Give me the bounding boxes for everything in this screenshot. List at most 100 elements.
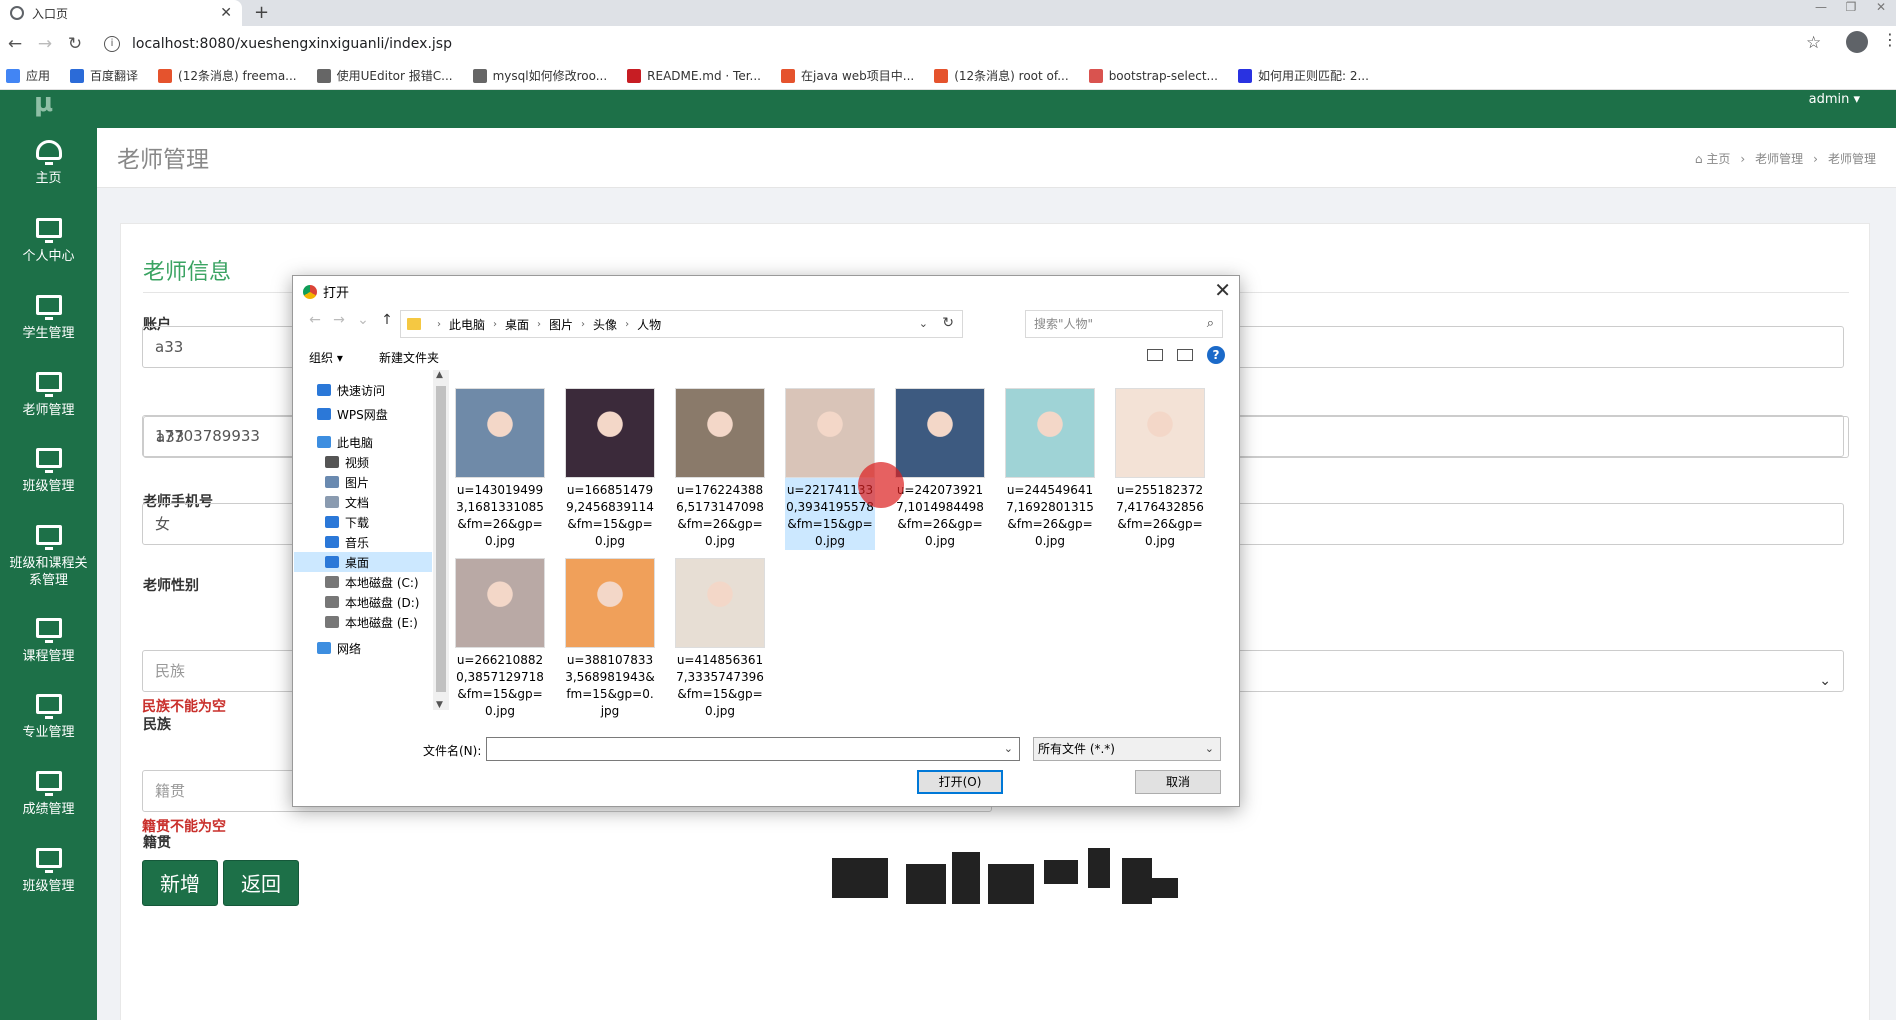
- sidebar-item[interactable]: 专业管理: [0, 694, 97, 741]
- path-dropdown-icon[interactable]: ⌄: [919, 317, 928, 330]
- nav-item[interactable]: 图片: [325, 472, 369, 492]
- bookmark-item[interactable]: (12条消息) root of...: [934, 67, 1069, 84]
- nav-item-label: 快速访问: [337, 383, 386, 398]
- sidebar-item[interactable]: 班级管理: [0, 448, 97, 495]
- organize-button[interactable]: 组织 ▾: [309, 349, 343, 366]
- sidebar-item[interactable]: 学生管理: [0, 295, 97, 342]
- file-name: u=4148563617,3335747396&fm=15&gp=0.jpg: [676, 653, 764, 718]
- forward-icon[interactable]: →: [30, 34, 60, 54]
- nav-item[interactable]: 下载: [325, 512, 369, 532]
- sidebar-item[interactable]: 课程管理: [0, 618, 97, 665]
- new-folder-button[interactable]: 新建文件夹: [379, 349, 439, 366]
- scroll-up-icon[interactable]: ▲: [436, 370, 443, 380]
- path-segment[interactable]: 此电脑: [449, 316, 485, 333]
- preview-pane-icon[interactable]: [1177, 349, 1193, 361]
- file-item[interactable]: u=2662108820,3857129718&fm=15&gp=0.jpg: [455, 558, 545, 720]
- file-item[interactable]: u=2445496417,1692801315&fm=26&gp=0.jpg: [1005, 388, 1095, 550]
- file-item[interactable]: u=1430194993,1681331085&fm=26&gp=0.jpg: [455, 388, 545, 550]
- back-arrow-icon[interactable]: ←: [303, 312, 327, 328]
- file-item[interactable]: u=3881078333,568981943&fm=15&gp=0.jpg: [565, 558, 655, 720]
- bookmark-item[interactable]: 使用UEditor 报错C...: [316, 67, 453, 84]
- nav-item[interactable]: 视频: [325, 452, 369, 472]
- file-item[interactable]: u=4148563617,3335747396&fm=15&gp=0.jpg: [675, 558, 765, 720]
- address-bar[interactable]: i localhost:8080/xueshengxinxiguanli/ind…: [104, 30, 1814, 58]
- path-segment[interactable]: 桌面: [505, 316, 529, 333]
- file-item[interactable]: u=2217411330,3934195578&fm=15&gp=0.jpg: [785, 388, 875, 550]
- breadcrumb-item[interactable]: 主页: [1706, 152, 1730, 166]
- top-navbar: admin ▾: [97, 90, 1896, 128]
- refresh-icon[interactable]: ↻: [942, 315, 954, 331]
- sidebar-item[interactable]: 成绩管理: [0, 771, 97, 818]
- profile-avatar[interactable]: [1846, 31, 1868, 53]
- file-name: u=2662108820,3857129718&fm=15&gp=0.jpg: [456, 653, 544, 718]
- forward-arrow-icon[interactable]: →: [327, 312, 351, 328]
- bookmark-item[interactable]: mysql如何修改roo...: [472, 67, 607, 84]
- bookmark-item[interactable]: 如何用正则匹配: 2...: [1237, 67, 1369, 84]
- nav-item-label: 本地磁盘 (C:): [345, 575, 419, 590]
- view-mode-icon[interactable]: [1147, 349, 1163, 361]
- disk-icon: [325, 616, 339, 628]
- new-tab-button[interactable]: +: [254, 2, 269, 23]
- dialog-close-icon[interactable]: ✕: [1214, 278, 1231, 302]
- file-item[interactable]: u=2551823727,4176432856&fm=26&gp=0.jpg: [1115, 388, 1205, 550]
- scroll-thumb[interactable]: [436, 386, 446, 692]
- bookmark-item[interactable]: README.md · Ter...: [627, 68, 761, 83]
- filetype-select[interactable]: 所有文件 (*.*) ⌄: [1033, 737, 1221, 761]
- up-arrow-icon[interactable]: ↑: [375, 312, 399, 328]
- bookmark-item[interactable]: 在java web项目中...: [781, 67, 914, 84]
- nav-item[interactable]: 快速访问: [317, 380, 385, 400]
- recent-dropdown-icon[interactable]: ⌄: [351, 312, 375, 328]
- sidebar-item-label: 班级和课程关系管理: [9, 556, 88, 588]
- minimize-icon[interactable]: —: [1806, 0, 1836, 14]
- restore-icon[interactable]: ❐: [1836, 0, 1866, 14]
- browser-tab-bar: 入口页 ✕ + — ❐ ✕: [0, 0, 1896, 26]
- reload-icon[interactable]: ↻: [60, 34, 90, 54]
- chevron-down-icon[interactable]: ⌄: [1004, 742, 1013, 755]
- nav-item[interactable]: 文档: [325, 492, 369, 512]
- native-error: 籍贯不能为空: [142, 819, 226, 835]
- nav-item-label: 本地磁盘 (D:): [345, 595, 420, 610]
- nav-item[interactable]: 本地磁盘 (E:): [325, 612, 418, 632]
- open-button[interactable]: 打开(O): [917, 770, 1003, 794]
- sidebar-item[interactable]: 个人中心: [0, 218, 97, 265]
- search-input[interactable]: 搜索"人物" ⌕: [1025, 310, 1223, 338]
- sidebar-item[interactable]: 班级和课程关系管理: [0, 525, 97, 589]
- nav-item[interactable]: 本地磁盘 (D:): [325, 592, 419, 612]
- bookmark-item[interactable]: 百度翻译: [70, 67, 138, 84]
- file-item[interactable]: u=1668514799,2456839114&fm=15&gp=0.jpg: [565, 388, 655, 550]
- nav-scrollbar[interactable]: ▲ ▼: [433, 370, 449, 710]
- back-button[interactable]: 返回: [223, 860, 299, 906]
- help-icon[interactable]: ?: [1207, 346, 1225, 364]
- user-menu[interactable]: admin ▾: [1809, 92, 1860, 107]
- browser-menu-icon[interactable]: ⋮: [1882, 30, 1896, 49]
- path-segment[interactable]: 人物: [637, 316, 661, 333]
- file-item[interactable]: u=1762243886,5173147098&fm=26&gp=0.jpg: [675, 388, 765, 550]
- filename-input[interactable]: ⌄: [486, 737, 1020, 761]
- bookmark-item[interactable]: bootstrap-select...: [1088, 68, 1218, 83]
- tab-close-icon[interactable]: ✕: [220, 5, 232, 21]
- browser-tab[interactable]: 入口页 ✕: [0, 0, 242, 26]
- cancel-button[interactable]: 取消: [1135, 770, 1221, 794]
- path-segment[interactable]: 图片: [549, 316, 573, 333]
- sidebar-item[interactable]: 班级管理: [0, 848, 97, 895]
- nav-item[interactable]: 音乐: [325, 532, 369, 552]
- window-close-icon[interactable]: ✕: [1866, 0, 1896, 14]
- breadcrumb-item[interactable]: 老师管理: [1755, 152, 1803, 166]
- nav-item[interactable]: 网络: [317, 638, 361, 658]
- back-icon[interactable]: ←: [0, 34, 30, 54]
- bookmark-item[interactable]: (12条消息) freema...: [158, 67, 297, 84]
- sidebar-item[interactable]: 主页: [0, 140, 97, 187]
- scroll-down-icon[interactable]: ▼: [436, 700, 443, 710]
- info-icon[interactable]: i: [104, 36, 120, 52]
- apps-bookmark[interactable]: 应用: [6, 67, 50, 84]
- nav-item[interactable]: 桌面: [294, 552, 432, 572]
- bookmark-star-icon[interactable]: ☆: [1806, 33, 1821, 53]
- nav-item[interactable]: 此电脑: [317, 432, 373, 452]
- path-segment[interactable]: 头像: [593, 316, 617, 333]
- nav-item[interactable]: 本地磁盘 (C:): [325, 572, 419, 592]
- file-item[interactable]: u=2420739217,1014984498&fm=26&gp=0.jpg: [895, 388, 985, 550]
- nav-item[interactable]: WPS网盘: [317, 404, 388, 424]
- path-bar[interactable]: › 此电脑 › 桌面 › 图片 › 头像 › 人物 ⌄ ↻: [400, 310, 963, 338]
- add-button[interactable]: 新增: [142, 860, 218, 906]
- sidebar-item[interactable]: 老师管理: [0, 372, 97, 419]
